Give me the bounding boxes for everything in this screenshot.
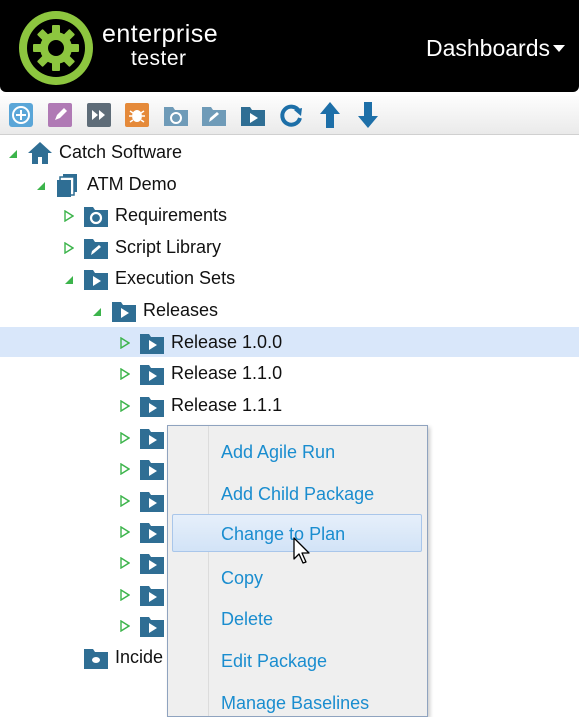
tree-node-label: Requirements [115, 205, 228, 225]
context-menu-item[interactable]: Edit Package [172, 641, 422, 679]
collapsed-arrow-icon[interactable] [120, 463, 130, 475]
expanded-arrow-icon[interactable] [36, 179, 46, 191]
expanded-arrow-icon[interactable] [8, 147, 18, 159]
folder-play-icon [140, 492, 164, 512]
folder-bug-icon [84, 649, 108, 669]
add-execution-icon [9, 103, 33, 127]
tree-node-label: Incide [115, 647, 164, 667]
folder-edit-icon [202, 107, 226, 126]
collapsed-arrow-icon[interactable] [120, 368, 130, 380]
tree-node[interactable]: Execution Sets [0, 263, 579, 293]
context-menu-item[interactable]: Delete [172, 599, 422, 637]
collapsed-arrow-icon[interactable] [64, 210, 74, 222]
collapsed-arrow-icon[interactable] [120, 589, 130, 601]
context-menu-item-label: Delete [221, 609, 274, 629]
expanded-arrow-icon[interactable] [92, 305, 102, 317]
folder-play-icon [140, 523, 164, 543]
expanded-arrow-icon[interactable] [64, 273, 74, 285]
bug-icon [125, 103, 149, 127]
add-execution-button[interactable] [6, 100, 36, 130]
tree-node[interactable]: Releases [0, 295, 579, 325]
folder-play-icon [140, 334, 164, 354]
dashboards-label: Dashboards [425, 35, 550, 61]
dashboards-menu[interactable]: Dashboards [426, 35, 565, 62]
folder-play-icon [140, 397, 164, 417]
tree-node[interactable]: ATM Demo [0, 169, 579, 199]
tree-toolbar [0, 96, 579, 135]
tree-node-label: Script Library [115, 237, 222, 257]
tree-node-label: Release 1.1.0 [171, 363, 283, 383]
collapsed-arrow-icon[interactable] [120, 526, 130, 538]
move-down-button[interactable] [353, 100, 383, 130]
add-script-folder-button[interactable] [199, 100, 229, 130]
folder-play-icon [140, 365, 164, 385]
context-menu-item[interactable]: Manage Baselines [172, 683, 422, 716]
context-menu: Add Agile Run Add Child Package Change to … [167, 425, 428, 717]
folder-edit-icon [84, 239, 108, 259]
move-up-icon [320, 102, 340, 128]
context-menu-item[interactable]: Add Child Package [172, 474, 422, 512]
folder-play-icon [140, 554, 164, 574]
folder-play-icon [140, 617, 164, 637]
edit-icon [48, 103, 72, 127]
collapsed-arrow-icon[interactable] [120, 432, 130, 444]
add-requirement-folder-button[interactable] [161, 100, 191, 130]
caret-down-icon [553, 45, 565, 52]
tree-node-label: Execution Sets [115, 268, 236, 288]
tree-node[interactable]: Requirements [0, 200, 579, 230]
refresh-button[interactable] [276, 100, 306, 130]
folder-camera-icon [164, 107, 188, 126]
tree-node[interactable]: Catch Software [0, 137, 579, 167]
context-menu-item-label: Change to Plan [221, 524, 346, 544]
project-icon [57, 174, 77, 197]
tree-node[interactable]: Release 1.1.1 [0, 390, 579, 420]
folder-play-icon [112, 302, 136, 322]
tree-node-label: ATM Demo [87, 174, 177, 194]
run-button[interactable] [84, 100, 114, 130]
tree-node[interactable]: Release 1.1.0 [0, 358, 579, 388]
context-menu-item-label: Copy [221, 568, 264, 588]
enterprise-tester-logo-icon[interactable] [16, 8, 96, 88]
refresh-icon [280, 104, 302, 127]
bug-button[interactable] [122, 100, 152, 130]
tree-node-label: Release 1.0.0 [171, 332, 283, 352]
context-menu-item-label: Add Child Package [221, 484, 375, 504]
collapsed-arrow-icon[interactable] [120, 620, 130, 632]
app-header: enterprise tester Dashboards [0, 0, 579, 92]
folder-camera-icon [84, 207, 108, 227]
tree-node[interactable]: Release 1.0.0 [0, 327, 579, 357]
collapsed-arrow-icon[interactable] [120, 400, 130, 412]
mouse-pointer-icon [293, 537, 310, 564]
collapsed-arrow-icon[interactable] [120, 557, 130, 569]
context-menu-item-label: Manage Baselines [221, 693, 370, 713]
edit-button[interactable] [45, 100, 75, 130]
collapsed-arrow-icon[interactable] [64, 242, 74, 254]
brand-name-line2: tester [131, 47, 187, 70]
brand-name-line1: enterprise [102, 20, 219, 48]
add-execution-folder-button[interactable] [238, 100, 268, 130]
folder-play-icon [241, 107, 265, 126]
tree-node-label: Releases [143, 300, 219, 320]
fast-forward-icon [87, 103, 111, 127]
folder-play-icon [140, 429, 164, 449]
collapsed-arrow-icon[interactable] [120, 337, 130, 349]
context-menu-item[interactable]: Add Agile Run [172, 432, 422, 470]
tree-node[interactable]: Script Library [0, 232, 579, 262]
home-icon [28, 142, 52, 164]
context-menu-item-label: Add Agile Run [221, 442, 336, 462]
collapsed-arrow-icon[interactable] [120, 495, 130, 507]
folder-play-icon [140, 586, 164, 606]
context-menu-item-label: Edit Package [221, 651, 328, 671]
move-up-button[interactable] [315, 100, 345, 130]
move-down-icon [358, 102, 378, 128]
tree-node-label: Release 1.1.1 [171, 395, 283, 415]
folder-play-icon [84, 270, 108, 290]
folder-play-icon [140, 460, 164, 480]
tree-node-label: Catch Software [59, 142, 183, 162]
